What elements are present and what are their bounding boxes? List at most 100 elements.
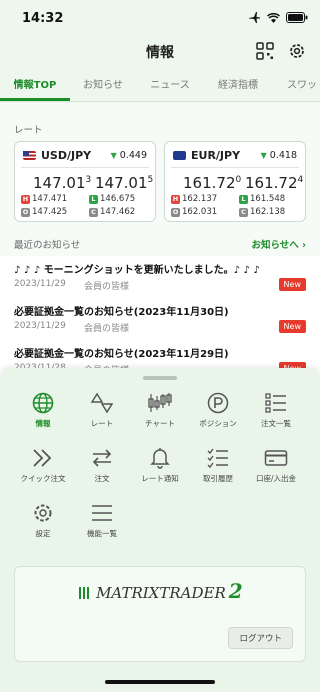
menu-item-label: 取引履歴 (203, 474, 233, 483)
open-badge: O (171, 207, 180, 217)
qr-code-icon[interactable] (256, 42, 274, 60)
high-value: H 147.471 (21, 194, 67, 204)
menu-item-label: レート (90, 419, 114, 428)
triangles-icon (90, 392, 114, 414)
menu-item-position[interactable]: ポジション (189, 392, 247, 438)
menu-item-trade-history[interactable]: 取引履歴 (189, 447, 247, 493)
high-badge: H (21, 194, 30, 204)
news-title: 必要証拠金一覧のお知らせ(2023年11月30日) (14, 307, 229, 318)
news-title: ♪ ♪ ♪ モーニングショットを更新いたしました。♪ ♪ ♪ (14, 265, 260, 276)
news-item[interactable]: 必要証拠金一覧のお知らせ(2023年11月30日) 2023/11/29 会員の… (0, 298, 320, 342)
open-badge: O (21, 207, 30, 217)
change-value: ▼ 0.449 (111, 150, 147, 161)
menu-item-label: 注文 (94, 474, 110, 483)
news-audience: 会員の皆様 (84, 282, 130, 292)
menu-item-label: 情報 (35, 419, 51, 428)
brand-name: MATRIXTRADER (96, 584, 226, 602)
menu-item-rate-alert[interactable]: レート通知 (131, 447, 189, 493)
menu-item-feature-list[interactable]: 機能一覧 (73, 502, 131, 548)
menu-item-quick-order[interactable]: クイック注文 (14, 447, 72, 493)
ask-pip: 5 (147, 175, 154, 185)
logout-button[interactable]: ログアウト (228, 627, 293, 649)
ask-price[interactable]: 147.015 (95, 174, 153, 192)
low-number: 146.675 (100, 194, 136, 204)
new-badge: New (278, 278, 306, 291)
change-number: 0.449 (119, 150, 147, 161)
menu-item-chart[interactable]: チャート (131, 392, 189, 438)
open-value: O 162.031 (171, 207, 217, 217)
tab-swap[interactable]: スワッ (272, 70, 320, 101)
menu-item-info[interactable]: 情報 (14, 392, 72, 438)
bid-main: 161.72 (183, 174, 236, 192)
us-flag-icon (23, 151, 36, 160)
checklist-icon (207, 448, 228, 469)
tab-notices[interactable]: お知らせ (70, 70, 136, 101)
candlestick-icon (148, 393, 172, 412)
menu-item-rate[interactable]: レート (73, 392, 131, 438)
ask-price[interactable]: 161.724 (245, 174, 303, 192)
gear-icon[interactable] (288, 42, 306, 60)
open-value: O 147.425 (21, 207, 67, 217)
high-number: 162.137 (182, 194, 218, 204)
menu-item-order[interactable]: 注文 (73, 447, 131, 493)
bell-icon (150, 448, 170, 469)
low-badge: L (239, 194, 248, 204)
rate-section-label: レート (14, 125, 43, 136)
news-date: 2023/11/29 (14, 321, 66, 331)
info-top-content: レート USD/JPY ▼ 0.449 147.013 147.015 H 147… (0, 103, 320, 384)
close-value: C 147.462 (89, 207, 135, 217)
menu-item-label: レート通知 (141, 474, 179, 483)
notices-link[interactable]: お知らせへ › (251, 237, 306, 251)
change-number: 0.418 (269, 150, 297, 161)
high-value: H 162.137 (171, 194, 217, 204)
menu-item-label: クイック注文 (20, 474, 66, 483)
sheet-grabber[interactable] (143, 376, 177, 380)
divider (21, 167, 149, 168)
pair-name: USD/JPY (41, 149, 92, 162)
menu-item-settings[interactable]: 設定 (14, 502, 72, 548)
low-value: L 146.675 (89, 194, 135, 204)
menu-item-order-list[interactable]: 注文一覧 (247, 392, 305, 438)
tab-info-top[interactable]: 情報TOP (0, 70, 70, 101)
menu-item-label: 機能一覧 (87, 529, 117, 538)
open-number: 162.031 (182, 207, 218, 217)
matrixtrader-logo: MATRIXTRADER 2 (15, 579, 307, 603)
down-triangle-icon: ▼ (260, 151, 267, 160)
bid-price[interactable]: 147.013 (33, 174, 91, 192)
bid-pip: 0 (235, 175, 242, 185)
menu-item-account[interactable]: 口座/入出金 (247, 447, 305, 493)
rate-card-usdjpy[interactable]: USD/JPY ▼ 0.449 147.013 147.015 H 147.471… (14, 141, 156, 222)
low-value: L 161.548 (239, 194, 285, 204)
rate-card-eurjpy[interactable]: EUR/JPY ▼ 0.418 161.720 161.724 H 162.137… (164, 141, 306, 222)
home-indicator[interactable] (105, 680, 215, 684)
ask-main: 147.01 (95, 174, 148, 192)
low-number: 161.548 (250, 194, 286, 204)
close-badge: C (239, 207, 248, 217)
globe-icon (32, 392, 54, 414)
tab-economic-indicators[interactable]: 経済指標 (204, 70, 272, 101)
gear-icon (34, 504, 52, 522)
brand-panel: MATRIXTRADER 2 ログアウト (14, 566, 306, 662)
tab-news[interactable]: ニュース (136, 70, 204, 101)
ask-pip: 4 (297, 175, 304, 185)
ask-main: 161.72 (245, 174, 298, 192)
news-item[interactable]: ♪ ♪ ♪ モーニングショットを更新いたしました。♪ ♪ ♪ 2023/11/2… (0, 256, 320, 300)
change-value: ▼ 0.418 (261, 150, 297, 161)
wifi-icon (267, 12, 280, 23)
arrows-exchange-icon (92, 449, 112, 467)
card-icon (264, 450, 288, 466)
close-number: 162.138 (250, 207, 286, 217)
news-date: 2023/11/29 (14, 279, 66, 289)
bid-price[interactable]: 161.720 (183, 174, 241, 192)
close-badge: C (89, 207, 98, 217)
down-triangle-icon: ▼ (110, 151, 117, 160)
low-badge: L (89, 194, 98, 204)
high-badge: H (171, 194, 180, 204)
battery-icon (286, 12, 308, 23)
news-audience: 会員の皆様 (84, 324, 130, 334)
status-time: 14:32 (22, 11, 64, 26)
high-number: 147.471 (32, 194, 68, 204)
order-list-icon (265, 393, 286, 413)
position-p-icon (207, 392, 229, 414)
divider (171, 167, 299, 168)
